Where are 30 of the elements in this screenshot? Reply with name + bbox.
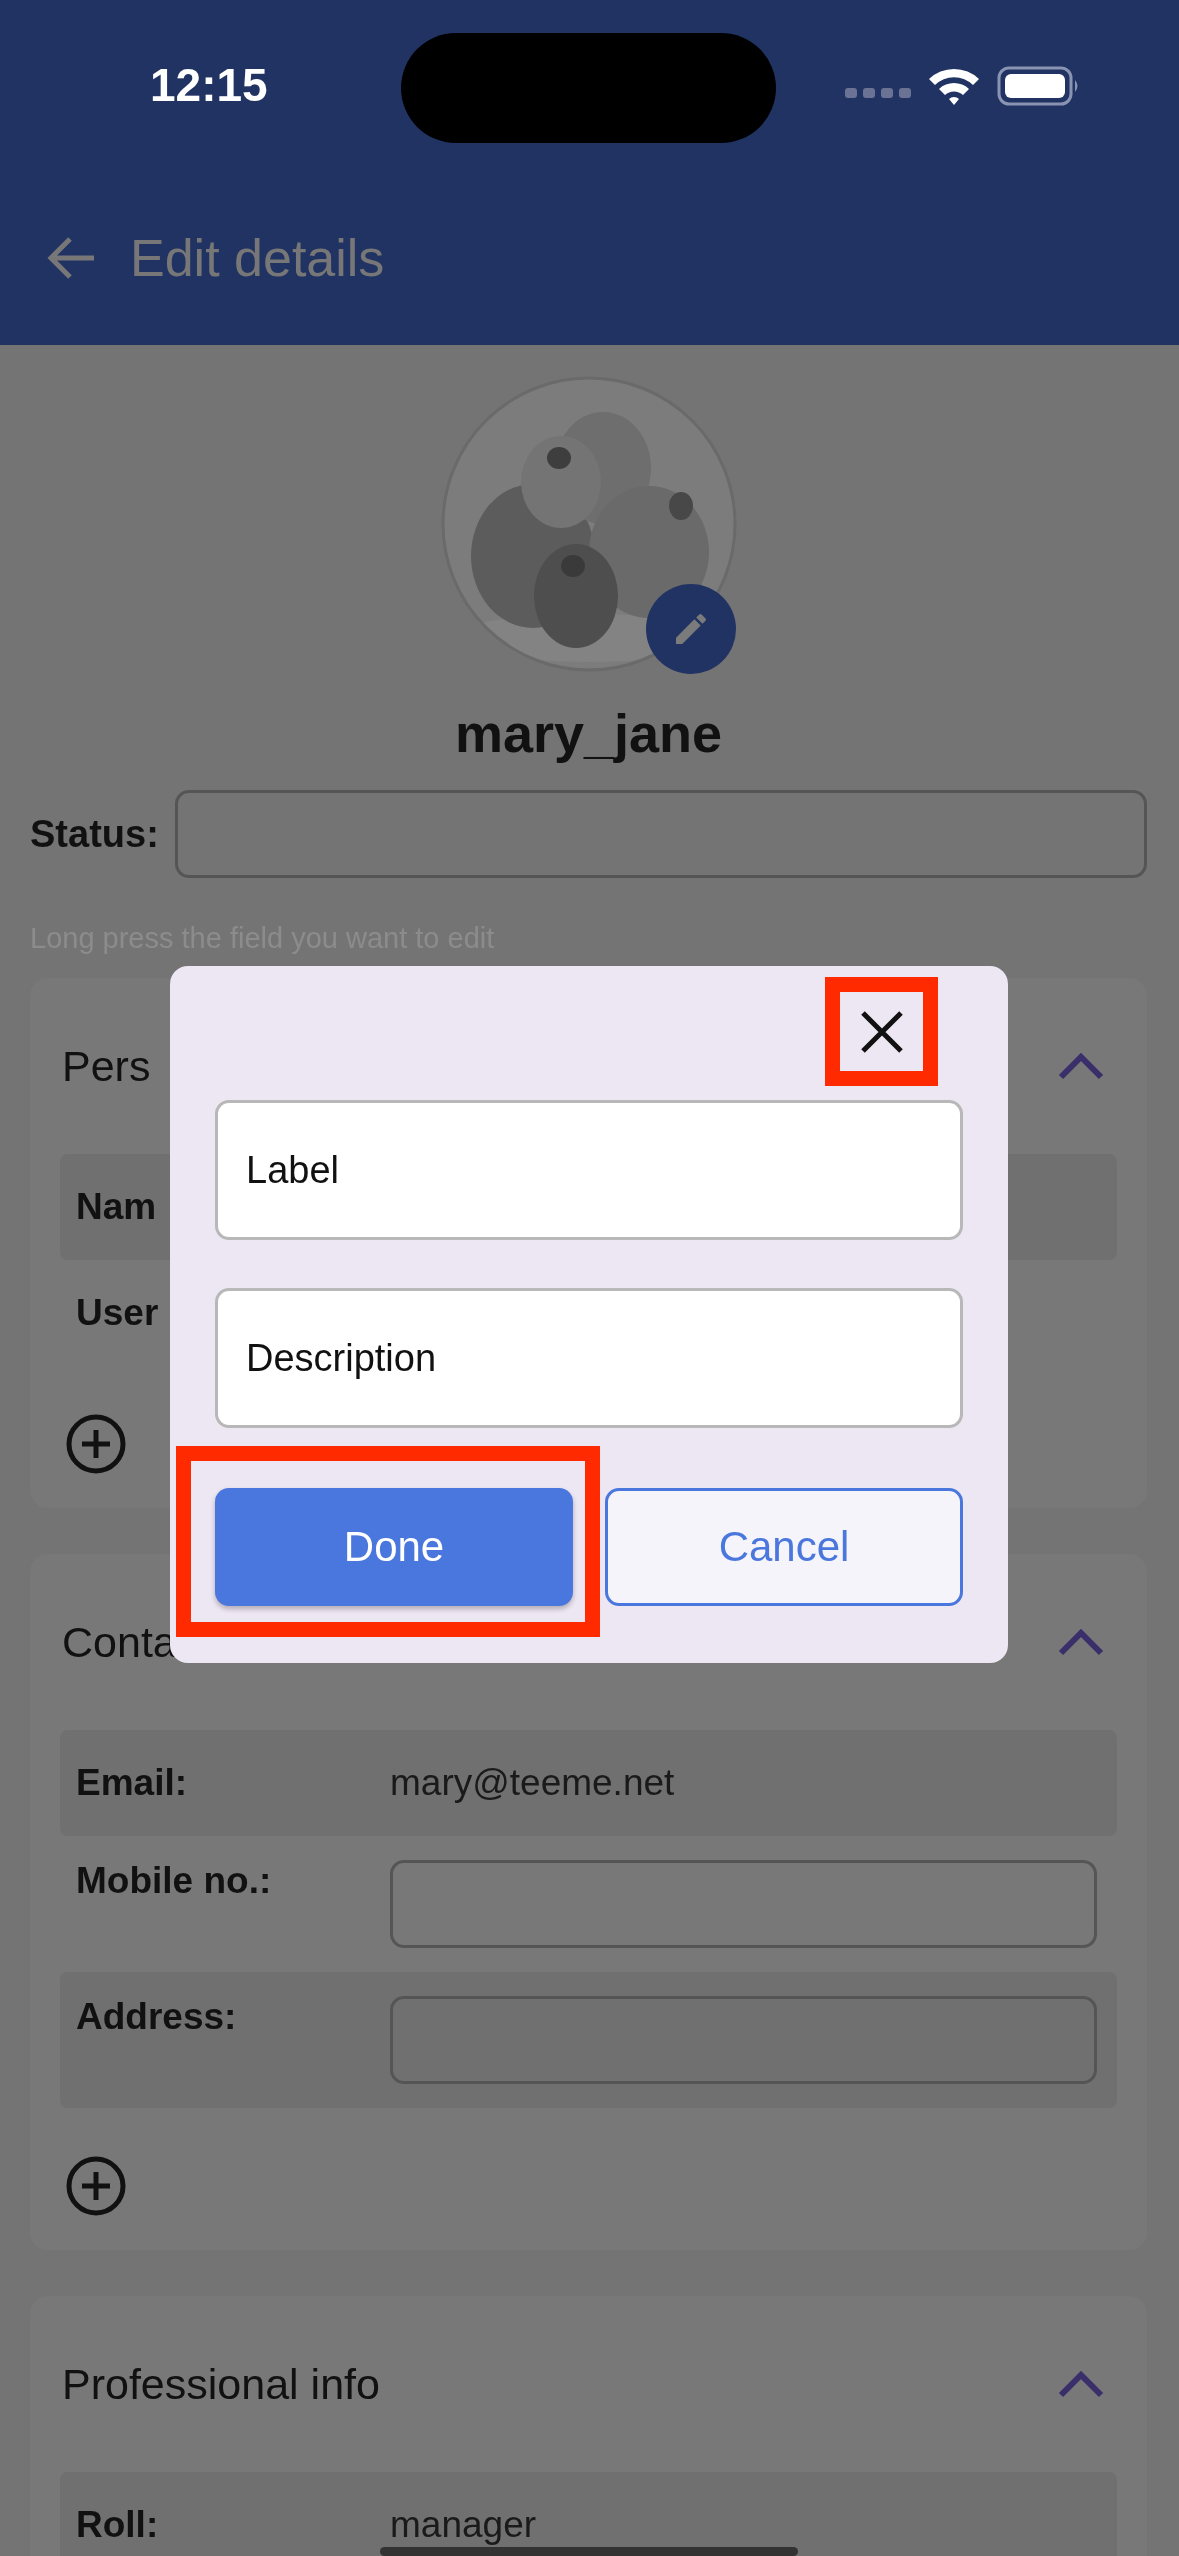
add-icon[interactable]: [66, 1414, 126, 1474]
field-label: Email:: [76, 1762, 189, 1804]
add-icon[interactable]: [66, 2156, 126, 2216]
status-field[interactable]: [174, 790, 1147, 878]
wifi-icon: [927, 66, 981, 106]
section-title: Professional info: [62, 2359, 380, 2409]
done-button[interactable]: Done: [215, 1488, 573, 1606]
chevron-up-icon[interactable]: [1057, 1051, 1105, 1081]
chevron-up-icon[interactable]: [1057, 2369, 1105, 2399]
input-field[interactable]: Label: [215, 1100, 963, 1240]
username: mary_jane: [454, 702, 723, 765]
status-label: Status:: [30, 812, 159, 856]
input-field[interactable]: Description: [215, 1288, 963, 1428]
field-label: Address:: [76, 1996, 238, 2038]
chevron-up-icon[interactable]: [1057, 1627, 1105, 1657]
field-label: Mobile no.:: [76, 1860, 273, 1902]
input-field[interactable]: [390, 1996, 1097, 2084]
field-label: Roll:: [76, 2504, 160, 2546]
field-value: mary@teeme.net: [390, 1762, 675, 1804]
field-value: manager: [390, 2504, 537, 2546]
input-field[interactable]: [390, 1860, 1097, 1948]
cancel-button[interactable]: Cancel: [605, 1488, 963, 1606]
page-title: Edit details: [130, 227, 385, 288]
status-time: 12:15: [150, 58, 268, 112]
back-arrow-icon[interactable]: [46, 234, 96, 281]
section-title: Pers: [62, 1041, 151, 1091]
close-icon: [858, 1008, 905, 1055]
signal-icon: [845, 85, 911, 101]
field-label: Nam: [76, 1186, 158, 1228]
field-label: User: [76, 1292, 160, 1334]
